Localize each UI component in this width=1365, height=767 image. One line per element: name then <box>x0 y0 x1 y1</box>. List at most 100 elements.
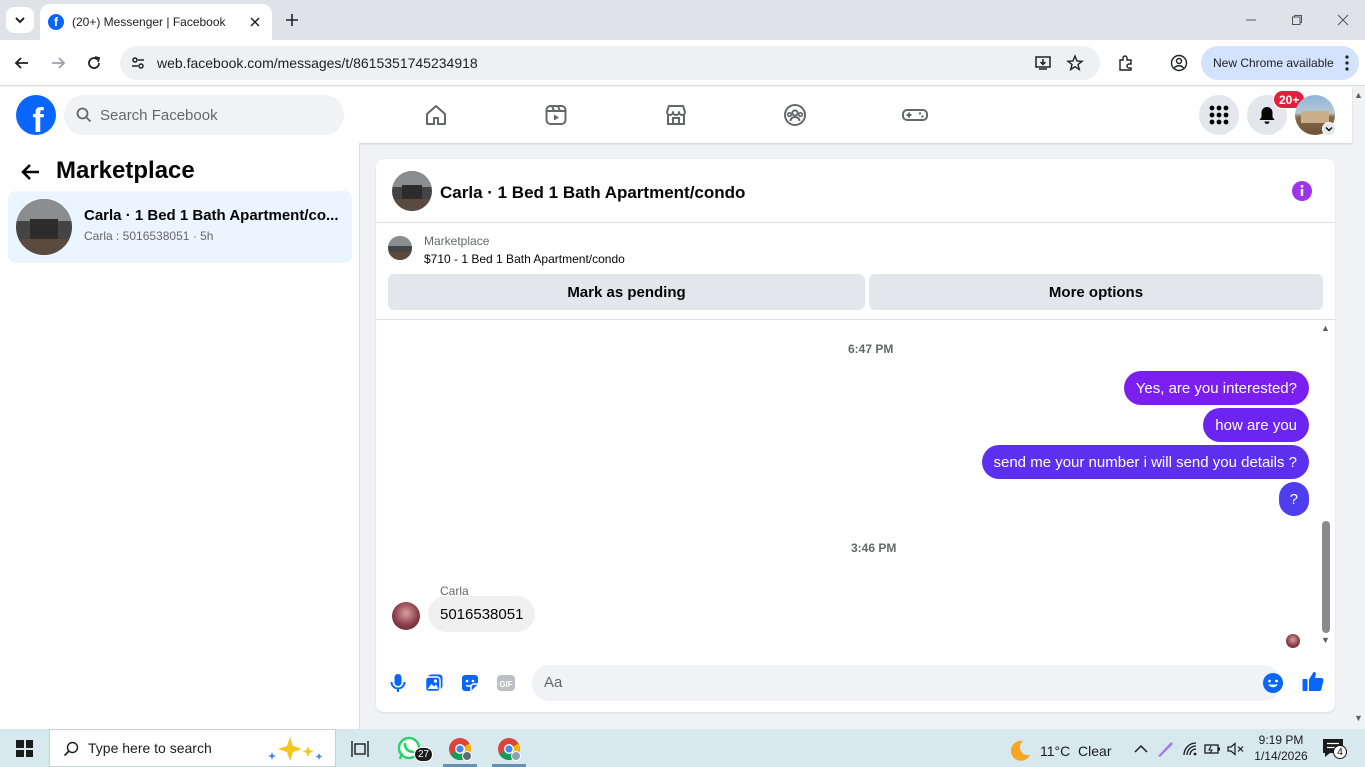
marketplace-icon[interactable] <box>662 101 690 129</box>
menu-grid-button[interactable] <box>1199 95 1239 135</box>
extensions-puzzle-icon[interactable] <box>1114 51 1138 75</box>
outgoing-message[interactable]: send me your number i will send you deta… <box>981 445 1309 479</box>
info-icon[interactable] <box>1291 180 1313 202</box>
install-app-icon[interactable] <box>1033 53 1053 73</box>
seen-avatar <box>1286 634 1300 648</box>
conversation-item[interactable]: Carla · 1 Bed 1 Bath Apartment/co... Car… <box>8 191 352 263</box>
avatar-house-image <box>1301 111 1329 123</box>
minimize-icon[interactable] <box>1236 8 1266 32</box>
incoming-message[interactable]: 5016538051 <box>428 596 536 632</box>
emoji-icon[interactable] <box>1262 672 1284 694</box>
home-icon[interactable] <box>422 101 450 129</box>
restore-icon[interactable] <box>1282 8 1312 32</box>
scroll-down-arrow-icon[interactable]: ▼ <box>1321 635 1330 645</box>
back-arrow-icon[interactable] <box>20 161 42 183</box>
sidebar-title: Marketplace <box>56 157 195 184</box>
bell-icon <box>1259 107 1275 124</box>
outgoing-message[interactable]: how are you <box>1203 408 1309 442</box>
microphone-icon[interactable] <box>386 671 410 695</box>
outgoing-message[interactable]: Yes, are you interested? <box>1123 371 1309 405</box>
chat-panel: Carla · 1 Bed 1 Bath Apartment/condo Mar… <box>376 159 1335 712</box>
chat-title[interactable]: Carla · 1 Bed 1 Bath Apartment/condo <box>440 183 745 203</box>
chrome-menu-icon[interactable] <box>1345 55 1349 74</box>
bookmark-star-icon[interactable] <box>1065 53 1085 73</box>
listing-name[interactable]: $710 - 1 Bed 1 Bath Apartment/condo <box>424 252 625 266</box>
chat-listing-thumbnail[interactable] <box>392 171 432 211</box>
scroll-up-arrow-icon[interactable]: ▲ <box>1321 323 1330 333</box>
back-arrow-icon[interactable] <box>10 51 34 75</box>
gif-icon[interactable]: GIF <box>494 671 518 695</box>
outgoing-message[interactable]: ? <box>1278 482 1309 516</box>
clock-time: 9:19 PM <box>1258 733 1304 747</box>
taskbar-search[interactable]: Type here to search <box>49 729 336 767</box>
sender-avatar[interactable] <box>392 602 420 630</box>
moon-icon <box>1010 740 1030 761</box>
photo-icon[interactable] <box>422 671 446 695</box>
url-text: web.facebook.com/messages/t/861535174523… <box>157 55 478 71</box>
whatsapp-badge: 27 <box>414 747 434 762</box>
message-list: 6:47 PM Yes, are you interested? how are… <box>376 321 1335 651</box>
page-scroll-down-arrow-icon[interactable]: ▼ <box>1354 713 1363 723</box>
message-input[interactable] <box>544 674 1224 691</box>
notification-center-button[interactable]: 4 <box>1322 738 1348 759</box>
close-tab-icon[interactable] <box>246 13 264 31</box>
search-input[interactable] <box>100 106 320 124</box>
sparkle-icon <box>268 737 323 761</box>
windows-taskbar: Type here to search 27 11°C Clear 9:19 P… <box>0 729 1365 767</box>
notification-count: 4 <box>1333 745 1347 759</box>
tab-search-button[interactable] <box>6 7 34 33</box>
listing-card: Marketplace $710 - 1 Bed 1 Bath Apartmen… <box>376 224 1335 320</box>
sticker-icon[interactable] <box>458 671 482 695</box>
weather-text: 11°C Clear <box>1040 743 1112 759</box>
browser-tab[interactable]: f (20+) Messenger | Facebook <box>40 4 272 40</box>
task-view-icon[interactable] <box>346 736 374 762</box>
system-clock[interactable]: 9:19 PM 1/14/2026 <box>1252 732 1310 764</box>
site-settings-icon[interactable] <box>128 53 148 73</box>
groups-icon[interactable] <box>781 101 809 129</box>
chat-header: Carla · 1 Bed 1 Bath Apartment/condo <box>376 159 1335 223</box>
search-icon <box>76 107 92 123</box>
clock-date: 1/14/2026 <box>1254 749 1308 763</box>
browser-tab-strip: f (20+) Messenger | Facebook <box>0 0 1365 40</box>
windows-start-icon[interactable] <box>16 740 33 757</box>
close-window-icon[interactable] <box>1328 8 1358 32</box>
address-bar[interactable]: web.facebook.com/messages/t/861535174523… <box>120 46 1100 80</box>
timestamp: 3:46 PM <box>851 541 897 555</box>
more-options-button[interactable]: More options <box>869 274 1323 310</box>
profile-icon[interactable] <box>1167 51 1191 75</box>
grid-menu-icon <box>1209 105 1229 125</box>
account-chevron-icon[interactable] <box>1322 122 1336 136</box>
conversation-preview: Carla : 5016538051 · 5h <box>84 229 214 243</box>
browser-toolbar: web.facebook.com/messages/t/861535174523… <box>0 40 1365 86</box>
facebook-search[interactable] <box>64 95 344 135</box>
new-chrome-available-button[interactable]: New Chrome available <box>1201 46 1359 80</box>
thumbs-up-icon[interactable] <box>1301 669 1325 693</box>
pen-icon[interactable] <box>1151 736 1179 762</box>
listing-small-thumbnail[interactable] <box>388 236 412 260</box>
timestamp: 6:47 PM <box>848 342 894 356</box>
svg-text:GIF: GIF <box>499 680 512 689</box>
message-input-box[interactable] <box>532 665 1284 701</box>
chevron-down-icon <box>15 17 25 24</box>
chrome-profile-2-icon[interactable] <box>495 736 523 762</box>
tab-title: (20+) Messenger | Facebook <box>72 15 226 29</box>
facebook-favicon-icon: f <box>48 14 64 30</box>
facebook-logo-icon[interactable]: f <box>16 95 56 135</box>
weather-widget[interactable]: 11°C Clear <box>1008 739 1111 763</box>
chrome-profile-1-icon[interactable] <box>446 736 474 762</box>
new-chrome-label: New Chrome available <box>1213 56 1334 70</box>
mark-as-pending-button[interactable]: Mark as pending <box>388 274 865 310</box>
page-scroll-up-arrow-icon[interactable]: ▲ <box>1354 90 1363 100</box>
forward-arrow-icon[interactable] <box>46 51 70 75</box>
listing-source: Marketplace <box>424 234 490 248</box>
search-icon <box>63 741 79 757</box>
facebook-header: f 20+ <box>0 87 1352 143</box>
volume-muted-icon[interactable] <box>1222 736 1250 762</box>
message-scrollbar-thumb[interactable] <box>1322 521 1330 633</box>
gaming-icon[interactable] <box>901 101 929 129</box>
new-tab-plus-icon[interactable] <box>282 10 302 30</box>
reload-icon[interactable] <box>82 51 106 75</box>
watch-icon[interactable] <box>542 101 570 129</box>
taskbar-search-placeholder: Type here to search <box>88 740 212 756</box>
marketplace-sidebar: Marketplace Carla · 1 Bed 1 Bath Apartme… <box>0 143 360 729</box>
